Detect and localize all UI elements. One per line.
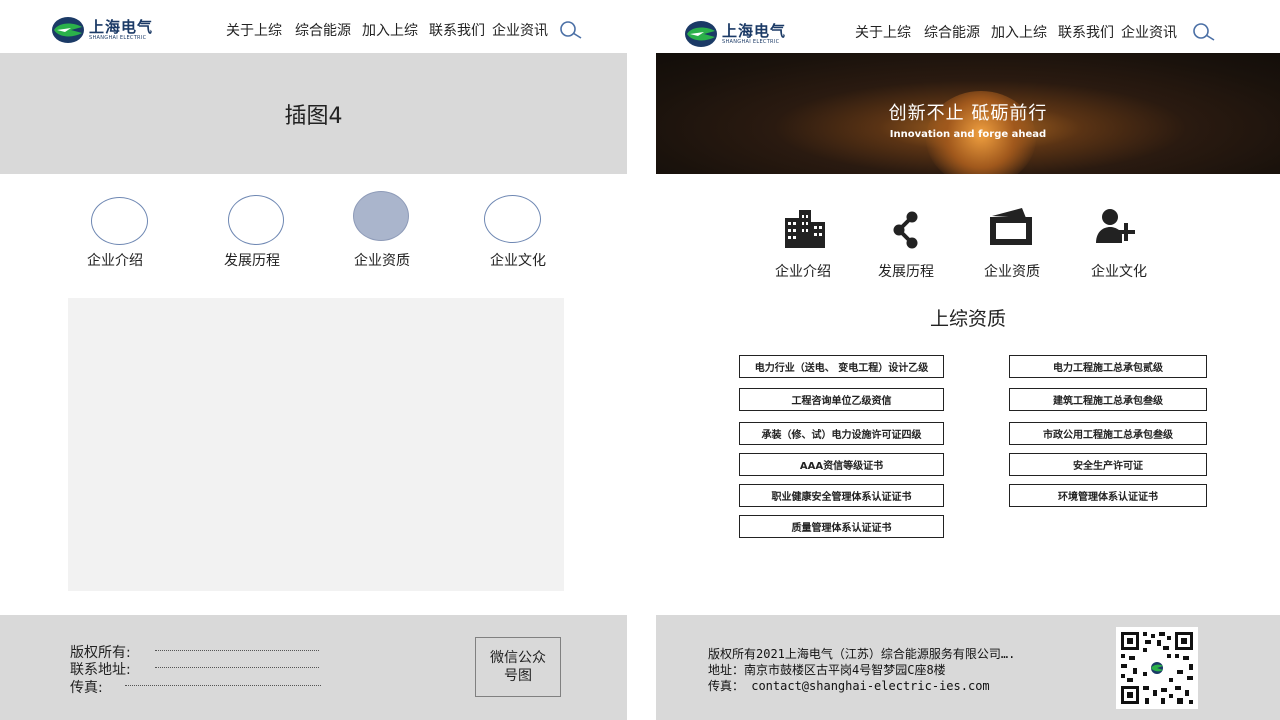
footer-fax: 传真： contact@shanghai-electric-ies.com [708, 679, 990, 693]
certificate-icon[interactable] [988, 206, 1034, 246]
buildings-icon[interactable] [783, 208, 827, 248]
footer-copyright: 版权所有2021上海电气（江苏）综合能源服务有限公司…. [708, 647, 1016, 661]
hero-subtitle: Innovation and forge ahead [889, 129, 1047, 140]
history-label[interactable]: 发展历程 [878, 261, 934, 281]
share-icon[interactable] [892, 211, 920, 249]
intro-label[interactable]: 企业介绍 [775, 261, 831, 281]
qualification-label[interactable]: 企业资质 [984, 261, 1040, 281]
qualification-item: 承装（修、试）电力设施许可证四级 [739, 422, 944, 445]
divider [125, 685, 321, 686]
qualification-item: 电力行业（送电、 变电工程）设计乙级 [739, 355, 944, 378]
wireframe-pane: 上海电气 SHANGHAI ELECTRIC 关于上综 综合能源 加入上综 联系… [0, 0, 627, 720]
logo-name-en: SHANGHAI ELECTRIC [722, 38, 780, 45]
divider [155, 667, 319, 668]
content-placeholder [68, 298, 564, 591]
qualification-item: 工程咨询单位乙级资信 [739, 388, 944, 411]
footer-address-label: 联系地址: [70, 662, 131, 678]
search-icon[interactable] [559, 20, 583, 40]
divider [155, 650, 319, 651]
qualification-item: 安全生产许可证 [1009, 453, 1207, 476]
qualification-item: 市政公用工程施工总承包叁级 [1009, 422, 1207, 445]
nav-item-about[interactable]: 关于上综 [226, 20, 282, 40]
hero-banner: 创新不止 砥砺前行 Innovation and forge ahead [656, 53, 1280, 174]
logo-name-cn: 上海电气 [722, 21, 787, 40]
footer: 版权所有: 联系地址: 传真: 微信公众号图 [0, 615, 627, 720]
footer-address: 地址：南京市鼓楼区古平岗4号智梦园C座8楼 [708, 663, 946, 677]
culture-label[interactable]: 企业文化 [490, 250, 546, 270]
nav-item-contact[interactable]: 联系我们 [1058, 22, 1114, 42]
footer-fax-label: 传真: [70, 680, 103, 696]
nav-item-news[interactable]: 企业资讯 [1121, 22, 1177, 42]
hero-title: 创新不止 砥砺前行 [888, 103, 1048, 124]
qualification-item: 建筑工程施工总承包叁级 [1009, 388, 1207, 411]
nav-item-energy[interactable]: 综合能源 [295, 20, 351, 40]
history-label[interactable]: 发展历程 [224, 250, 280, 270]
intro-label[interactable]: 企业介绍 [87, 250, 143, 270]
nav-item-about[interactable]: 关于上综 [855, 22, 911, 42]
qr-code-icon [1116, 627, 1198, 709]
logo-mark-icon [52, 17, 84, 43]
qualification-label[interactable]: 企业资质 [354, 250, 410, 270]
add-user-icon[interactable] [1096, 207, 1136, 245]
qualification-item: 环境管理体系认证证书 [1009, 484, 1207, 507]
nav-item-join[interactable]: 加入上综 [362, 20, 418, 40]
nav-item-contact[interactable]: 联系我们 [429, 20, 485, 40]
header: 上海电气 SHANGHAI ELECTRIC 关于上综 综合能源 加入上综 联系… [656, 0, 1280, 53]
header: 上海电气 SHANGHAI ELECTRIC 关于上综 综合能源 加入上综 联系… [0, 0, 627, 53]
logo[interactable]: 上海电气 SHANGHAI ELECTRIC [684, 20, 786, 48]
design-pane: 上海电气 SHANGHAI ELECTRIC 关于上综 综合能源 加入上综 联系… [656, 0, 1280, 720]
footer: 版权所有2021上海电气（江苏）综合能源服务有限公司…. 地址：南京市鼓楼区古平… [656, 615, 1280, 720]
logo-name-en: SHANGHAI ELECTRIC [89, 34, 147, 41]
wechat-qr-placeholder: 微信公众号图 [475, 637, 561, 697]
culture-circle[interactable] [484, 195, 541, 243]
qualification-item: 职业健康安全管理体系认证证书 [739, 484, 944, 507]
qualification-item: 电力工程施工总承包贰级 [1009, 355, 1207, 378]
nav-item-energy[interactable]: 综合能源 [924, 22, 980, 42]
search-icon[interactable] [1192, 22, 1216, 42]
logo-mark-icon [685, 21, 717, 47]
section-title: 上综资质 [929, 308, 1006, 330]
intro-circle[interactable] [91, 197, 148, 245]
culture-label[interactable]: 企业文化 [1091, 261, 1147, 281]
qualification-circle[interactable] [353, 191, 409, 241]
qualification-item: AAA资信等级证书 [739, 453, 944, 476]
nav-item-news[interactable]: 企业资讯 [492, 20, 548, 40]
logo-name-cn: 上海电气 [89, 17, 154, 36]
logo[interactable]: 上海电气 SHANGHAI ELECTRIC [51, 16, 153, 44]
banner-placeholder: 插图4 [0, 53, 627, 174]
nav-item-join[interactable]: 加入上综 [991, 22, 1047, 42]
history-circle[interactable] [228, 195, 284, 245]
qualification-item: 质量管理体系认证证书 [739, 515, 944, 538]
